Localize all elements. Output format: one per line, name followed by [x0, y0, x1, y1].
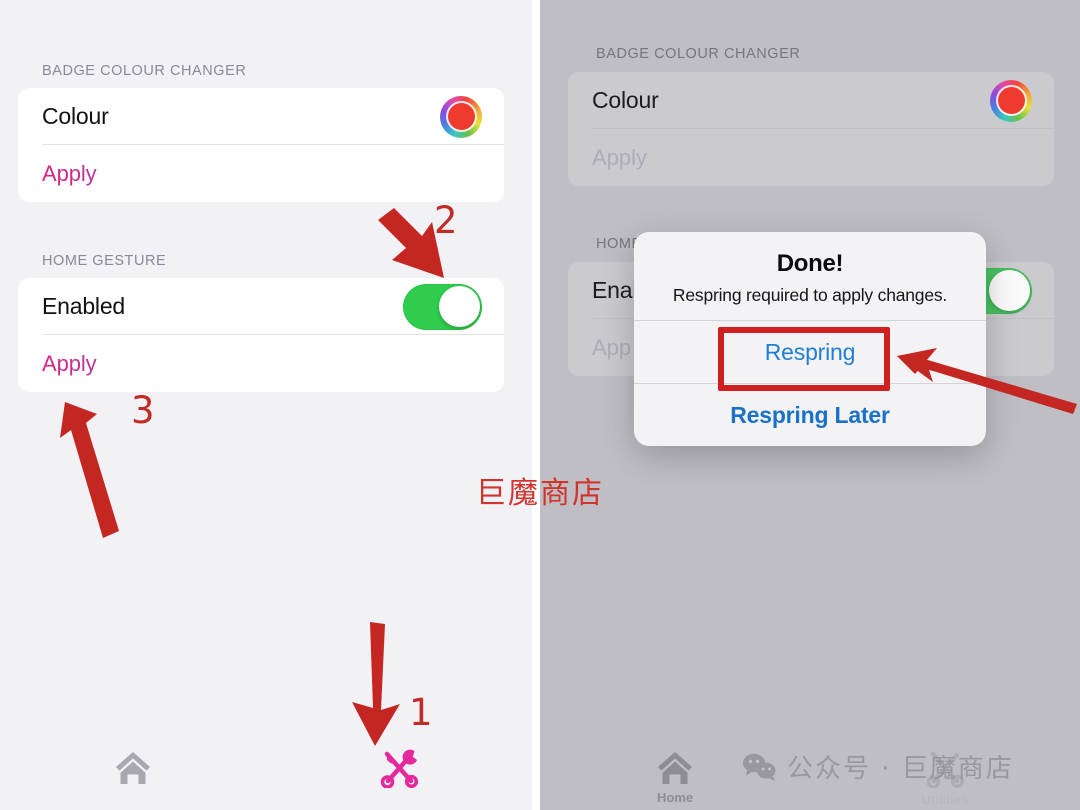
- dim-apply-home-gesture-label: App: [592, 334, 632, 360]
- dim-tab-utilities-label: Utilities: [921, 792, 969, 807]
- dim-row-apply-badge[interactable]: Apply: [568, 129, 1054, 186]
- left-tabbar: [0, 736, 532, 810]
- dim-row-colour[interactable]: Colour: [568, 72, 1054, 129]
- watermark-red-text: 巨魔商店: [476, 476, 604, 511]
- tools-icon: [380, 749, 419, 788]
- section-header-badge-colour-changer: BADGE COLOUR CHANGER: [42, 63, 247, 79]
- alert-message: Respring required to apply changes.: [672, 285, 948, 305]
- respring-alert-dialog: Done! Respring required to apply changes…: [634, 232, 986, 446]
- dim-card-badge-colour-changer: Colour Apply: [568, 72, 1054, 186]
- annotation-number-2: 2: [434, 199, 458, 242]
- dim-apply-badge-label: Apply: [592, 144, 648, 170]
- annotation-number-3: 3: [131, 389, 155, 432]
- annotation-arrow-1: [352, 622, 400, 746]
- tab-utilities[interactable]: [266, 748, 532, 792]
- dim-colour-swatch: [997, 87, 1025, 114]
- home-icon: [658, 752, 692, 784]
- tab-home[interactable]: [0, 748, 266, 790]
- home-icon: [116, 752, 150, 784]
- section-header-home-gesture: HOME GESTURE: [42, 253, 167, 269]
- toggle-knob: [438, 286, 480, 327]
- card-badge-colour-changer: Colour Apply: [18, 88, 504, 202]
- home-gesture-toggle[interactable]: [403, 283, 482, 330]
- dim-row-colour-label: Colour: [592, 87, 659, 113]
- watermark-wechat-text: 公众号 · 巨魔商店: [787, 754, 1014, 784]
- dim-toggle-knob: [988, 270, 1030, 311]
- panel-divider: [532, 0, 540, 810]
- left-screenshot-panel: BADGE COLOUR CHANGER Colour Apply HOME G…: [0, 0, 532, 810]
- alert-title: Done!: [776, 250, 844, 277]
- card-home-gesture: Enabled Apply: [18, 278, 504, 392]
- dim-section-header-badge-colour-changer: BADGE COLOUR CHANGER: [596, 46, 801, 62]
- row-enabled-label: Enabled: [42, 293, 126, 319]
- apply-badge-label: Apply: [42, 160, 97, 186]
- row-colour-label: Colour: [42, 103, 109, 129]
- respring-button[interactable]: Respring: [634, 321, 986, 383]
- respring-later-button[interactable]: Respring Later: [634, 384, 986, 446]
- wechat-icon: [743, 753, 776, 781]
- apply-home-gesture-label: Apply: [42, 350, 97, 376]
- row-colour[interactable]: Colour: [18, 88, 504, 145]
- watermark-wechat: 公众号 · 巨魔商店: [742, 748, 1014, 785]
- row-apply-badge[interactable]: Apply: [18, 145, 504, 202]
- row-apply-home-gesture[interactable]: Apply: [18, 335, 504, 392]
- row-enabled[interactable]: Enabled: [18, 278, 504, 335]
- alert-body: Done! Respring required to apply changes…: [634, 232, 986, 320]
- colour-swatch: [447, 103, 475, 130]
- annotation-number-1: 1: [409, 691, 433, 734]
- colour-wheel-icon[interactable]: [440, 95, 482, 138]
- dim-colour-wheel-icon[interactable]: [990, 79, 1032, 122]
- dim-tab-home-label: Home: [656, 790, 694, 805]
- screenshot-root: BADGE COLOUR CHANGER Colour Apply HOME G…: [0, 0, 1080, 810]
